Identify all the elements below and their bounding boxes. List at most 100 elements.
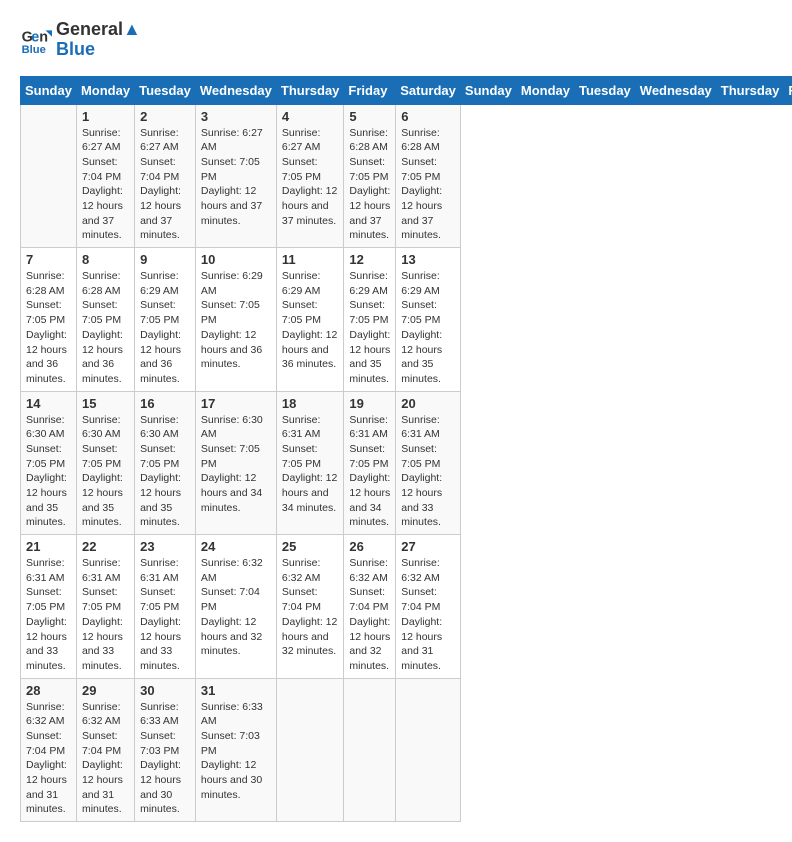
calendar-cell: 11 Sunrise: 6:29 AMSunset: 7:05 PMDayligh… bbox=[276, 248, 344, 392]
day-number: 26 bbox=[349, 539, 390, 554]
calendar-week-row: 1 Sunrise: 6:27 AMSunset: 7:04 PMDaylight… bbox=[21, 104, 792, 248]
calendar-cell: 26Sunrise: 6:32 AMSunset: 7:04 PMDayligh… bbox=[344, 535, 396, 679]
cell-info: Sunrise: 6:31 AMSunset: 7:05 PMDaylight:… bbox=[282, 413, 339, 516]
calendar-cell: 23 Sunrise: 6:31 AMSunset: 7:05 PMDayligh… bbox=[135, 535, 196, 679]
calendar-cell: 28Sunrise: 6:32 AMSunset: 7:04 PMDayligh… bbox=[21, 678, 77, 822]
day-number: 11 bbox=[282, 252, 339, 267]
cell-info: Sunrise: 6:31 AMSunset: 7:05 PMDaylight:… bbox=[140, 556, 190, 674]
page-header: G e n Blue General▲ Blue bbox=[20, 20, 772, 60]
col-header-tuesday: Tuesday bbox=[135, 76, 196, 104]
cell-info: Sunrise: 6:28 AMSunset: 7:05 PMDaylight:… bbox=[26, 269, 71, 387]
day-number: 13 bbox=[401, 252, 455, 267]
calendar-cell: 17Sunrise: 6:30 AMSunset: 7:05 PMDayligh… bbox=[195, 391, 276, 535]
day-number: 20 bbox=[401, 396, 455, 411]
day-number: 7 bbox=[26, 252, 71, 267]
calendar-cell: 29 Sunrise: 6:32 AMSunset: 7:04 PMDayligh… bbox=[76, 678, 134, 822]
day-number: 12 bbox=[349, 252, 390, 267]
cell-info: Sunrise: 6:30 AMSunset: 7:05 PMDaylight:… bbox=[26, 413, 71, 531]
day-number: 15 bbox=[82, 396, 129, 411]
calendar-cell: 30Sunrise: 6:33 AMSunset: 7:03 PMDayligh… bbox=[135, 678, 196, 822]
day-number: 4 bbox=[282, 109, 339, 124]
calendar-cell: 27Sunrise: 6:32 AMSunset: 7:04 PMDayligh… bbox=[396, 535, 461, 679]
cell-info: Sunrise: 6:27 AMSunset: 7:04 PMDaylight:… bbox=[140, 126, 190, 244]
cell-info: Sunrise: 6:27 AMSunset: 7:04 PMDaylight:… bbox=[82, 126, 129, 244]
calendar-week-row: 14 Sunrise: 6:30 AMSunset: 7:05 PMDayligh… bbox=[21, 391, 792, 535]
cell-info: Sunrise: 6:32 AMSunset: 7:04 PMDaylight:… bbox=[201, 556, 271, 659]
cell-info: Sunrise: 6:29 AMSunset: 7:05 PMDaylight:… bbox=[401, 269, 455, 387]
col-header-saturday: Saturday bbox=[396, 76, 461, 104]
calendar-cell: 18 Sunrise: 6:31 AMSunset: 7:05 PMDayligh… bbox=[276, 391, 344, 535]
calendar-cell: 25 Sunrise: 6:32 AMSunset: 7:04 PMDayligh… bbox=[276, 535, 344, 679]
cell-info: Sunrise: 6:32 AMSunset: 7:04 PMDaylight:… bbox=[282, 556, 339, 659]
calendar-cell: 9 Sunrise: 6:29 AMSunset: 7:05 PMDaylight… bbox=[135, 248, 196, 392]
day-number: 31 bbox=[201, 683, 271, 698]
col-header-wednesday: Wednesday bbox=[195, 76, 276, 104]
calendar-cell: 1 Sunrise: 6:27 AMSunset: 7:04 PMDaylight… bbox=[76, 104, 134, 248]
cell-info: Sunrise: 6:29 AMSunset: 7:05 PMDaylight:… bbox=[201, 269, 271, 372]
cell-info: Sunrise: 6:31 AMSunset: 7:05 PMDaylight:… bbox=[349, 413, 390, 531]
day-number: 22 bbox=[82, 539, 129, 554]
calendar-cell: 7 Sunrise: 6:28 AMSunset: 7:05 PMDaylight… bbox=[21, 248, 77, 392]
day-number: 19 bbox=[349, 396, 390, 411]
calendar-cell: 16 Sunrise: 6:30 AMSunset: 7:05 PMDayligh… bbox=[135, 391, 196, 535]
cell-info: Sunrise: 6:33 AMSunset: 7:03 PMDaylight:… bbox=[201, 700, 271, 803]
col-header-monday: Monday bbox=[76, 76, 134, 104]
cell-info: Sunrise: 6:32 AMSunset: 7:04 PMDaylight:… bbox=[26, 700, 71, 818]
calendar-cell: 19 Sunrise: 6:31 AMSunset: 7:05 PMDayligh… bbox=[344, 391, 396, 535]
day-number: 3 bbox=[201, 109, 271, 124]
day-number: 18 bbox=[282, 396, 339, 411]
col-header-thursday: Thursday bbox=[276, 76, 344, 104]
calendar-cell: 2Sunrise: 6:27 AMSunset: 7:04 PMDaylight… bbox=[135, 104, 196, 248]
cell-info: Sunrise: 6:29 AMSunset: 7:05 PMDaylight:… bbox=[140, 269, 190, 387]
calendar-table: SundayMondayTuesdayWednesdayThursdayFrid… bbox=[20, 76, 792, 823]
day-number: 25 bbox=[282, 539, 339, 554]
logo: G e n Blue General▲ Blue bbox=[20, 20, 141, 60]
calendar-cell bbox=[344, 678, 396, 822]
calendar-cell: 3Sunrise: 6:27 AMSunset: 7:05 PMDaylight… bbox=[195, 104, 276, 248]
col-header-tuesday: Tuesday bbox=[575, 76, 636, 104]
calendar-cell: 22 Sunrise: 6:31 AMSunset: 7:05 PMDayligh… bbox=[76, 535, 134, 679]
day-number: 6 bbox=[401, 109, 455, 124]
col-header-friday: Friday bbox=[784, 76, 792, 104]
day-number: 1 bbox=[82, 109, 129, 124]
cell-info: Sunrise: 6:32 AMSunset: 7:04 PMDaylight:… bbox=[401, 556, 455, 674]
calendar-cell: 15 Sunrise: 6:30 AMSunset: 7:05 PMDayligh… bbox=[76, 391, 134, 535]
calendar-cell: 24Sunrise: 6:32 AMSunset: 7:04 PMDayligh… bbox=[195, 535, 276, 679]
cell-info: Sunrise: 6:28 AMSunset: 7:05 PMDaylight:… bbox=[82, 269, 129, 387]
day-number: 30 bbox=[140, 683, 190, 698]
svg-text:Blue: Blue bbox=[22, 44, 46, 56]
day-number: 14 bbox=[26, 396, 71, 411]
cell-info: Sunrise: 6:27 AMSunset: 7:05 PMDaylight:… bbox=[282, 126, 339, 229]
cell-info: Sunrise: 6:32 AMSunset: 7:04 PMDaylight:… bbox=[82, 700, 129, 818]
calendar-cell: 6 Sunrise: 6:28 AMSunset: 7:05 PMDaylight… bbox=[396, 104, 461, 248]
day-number: 5 bbox=[349, 109, 390, 124]
cell-info: Sunrise: 6:29 AMSunset: 7:05 PMDaylight:… bbox=[349, 269, 390, 387]
day-number: 23 bbox=[140, 539, 190, 554]
calendar-header-row: SundayMondayTuesdayWednesdayThursdayFrid… bbox=[21, 76, 792, 104]
calendar-cell bbox=[396, 678, 461, 822]
cell-info: Sunrise: 6:30 AMSunset: 7:05 PMDaylight:… bbox=[140, 413, 190, 531]
calendar-cell bbox=[276, 678, 344, 822]
cell-info: Sunrise: 6:31 AMSunset: 7:05 PMDaylight:… bbox=[401, 413, 455, 531]
day-number: 16 bbox=[140, 396, 190, 411]
col-header-sunday: Sunday bbox=[21, 76, 77, 104]
col-header-thursday: Thursday bbox=[716, 76, 784, 104]
day-number: 29 bbox=[82, 683, 129, 698]
calendar-cell: 20 Sunrise: 6:31 AMSunset: 7:05 PMDayligh… bbox=[396, 391, 461, 535]
col-header-sunday: Sunday bbox=[460, 76, 516, 104]
day-number: 8 bbox=[82, 252, 129, 267]
cell-info: Sunrise: 6:31 AMSunset: 7:05 PMDaylight:… bbox=[26, 556, 71, 674]
calendar-cell: 8 Sunrise: 6:28 AMSunset: 7:05 PMDaylight… bbox=[76, 248, 134, 392]
cell-info: Sunrise: 6:31 AMSunset: 7:05 PMDaylight:… bbox=[82, 556, 129, 674]
day-number: 9 bbox=[140, 252, 190, 267]
logo-text: General▲ Blue bbox=[56, 20, 141, 60]
cell-info: Sunrise: 6:29 AMSunset: 7:05 PMDaylight:… bbox=[282, 269, 339, 372]
cell-info: Sunrise: 6:28 AMSunset: 7:05 PMDaylight:… bbox=[401, 126, 455, 244]
calendar-week-row: 21Sunrise: 6:31 AMSunset: 7:05 PMDayligh… bbox=[21, 535, 792, 679]
calendar-cell: 10Sunrise: 6:29 AMSunset: 7:05 PMDayligh… bbox=[195, 248, 276, 392]
cell-info: Sunrise: 6:30 AMSunset: 7:05 PMDaylight:… bbox=[201, 413, 271, 516]
calendar-cell bbox=[21, 104, 77, 248]
col-header-wednesday: Wednesday bbox=[635, 76, 716, 104]
calendar-cell: 5Sunrise: 6:28 AMSunset: 7:05 PMDaylight… bbox=[344, 104, 396, 248]
cell-info: Sunrise: 6:30 AMSunset: 7:05 PMDaylight:… bbox=[82, 413, 129, 531]
